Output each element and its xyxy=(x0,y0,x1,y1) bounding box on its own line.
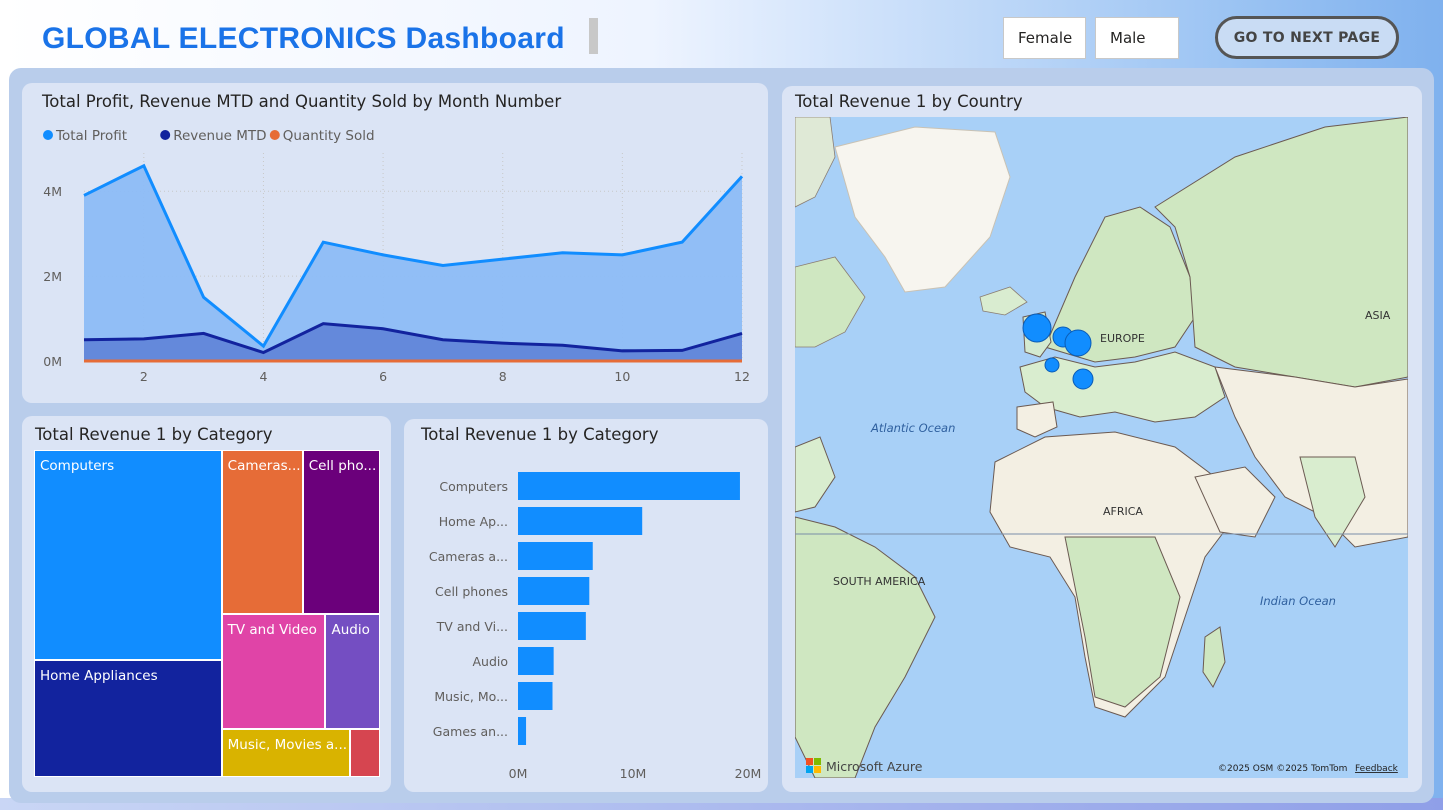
x-tick-label: 12 xyxy=(734,369,750,384)
bubble-france[interactable] xyxy=(1044,357,1060,373)
treemap-cell-3[interactable]: Cell pho... xyxy=(302,450,380,614)
treemap-card[interactable]: Total Revenue 1 by Category Computers Hom… xyxy=(22,416,391,792)
bar-chart-card[interactable]: Total Revenue 1 by Category Computers Hom… xyxy=(404,419,768,792)
treemap-cell-5[interactable]: Audio xyxy=(325,613,380,730)
x-tick-label: 0M xyxy=(509,766,528,781)
map-feedback-link[interactable]: Feedback xyxy=(1355,764,1399,774)
x-tick-label: 6 xyxy=(379,369,387,384)
y-tick-label: 0M xyxy=(43,354,62,369)
legend-marker-0 xyxy=(43,130,53,140)
area-total-profit xyxy=(84,165,742,361)
bar-category-label: Games an... xyxy=(433,724,508,739)
map-viewport[interactable]: EUROPE ASIA Atlantic Ocean AFRICA SOUTH … xyxy=(795,117,1408,778)
x-tick-label: 10 xyxy=(614,369,630,384)
x-tick-label: 4 xyxy=(259,369,267,384)
bar-5[interactable] xyxy=(518,647,554,675)
line-chart-card[interactable]: Total Profit, Revenue MTD and Quantity S… xyxy=(22,83,768,403)
bar-category-label: Home Ap... xyxy=(439,514,508,529)
treemap-cell-0[interactable]: Computers xyxy=(34,450,222,660)
bar-4[interactable] xyxy=(518,612,586,640)
legend-label-1[interactable]: Revenue MTD xyxy=(173,128,266,144)
treemap-title: Total Revenue 1 by Category xyxy=(35,425,273,444)
bar-6[interactable] xyxy=(518,682,553,710)
slicer-option-male[interactable]: Male xyxy=(1095,17,1179,59)
world-map[interactable]: EUROPE ASIA Atlantic Ocean AFRICA SOUTH … xyxy=(795,117,1408,778)
treemap[interactable]: Computers Home Appliances Cameras... Cell p… xyxy=(34,450,380,777)
page-title: GLOBAL ELECTRONICS Dashboard xyxy=(42,22,565,55)
line-chart[interactable]: Total Profit Revenue MTD Quantity Sold 0M 2M… xyxy=(22,83,768,403)
y-tick-label: 4M xyxy=(43,184,62,199)
treemap-cell-4[interactable]: TV and Video xyxy=(221,613,326,730)
bar-2[interactable] xyxy=(518,542,593,570)
bar-chart[interactable]: Computers Home Ap... Cameras a... Cell phon… xyxy=(404,419,768,792)
slicer-option-female[interactable]: Female xyxy=(1003,17,1086,59)
bar-category-label: Audio xyxy=(472,654,508,669)
bar-category-label: Music, Mo... xyxy=(434,689,508,704)
map-attribution: ©2025 OSM ©2025 TomTom xyxy=(1218,764,1347,774)
map-label-asia: ASIA xyxy=(1365,309,1391,322)
bar-category-label: TV and Vi... xyxy=(436,619,508,634)
y-tick-label: 2M xyxy=(43,269,62,284)
map-brand: Microsoft Azure xyxy=(826,759,923,774)
map-label-indian-ocean: Indian Ocean xyxy=(1260,594,1336,608)
bar-7[interactable] xyxy=(518,717,527,745)
bar-1[interactable] xyxy=(518,507,643,535)
bubble-germany[interactable] xyxy=(1064,329,1092,357)
header-divider xyxy=(589,18,598,54)
map-label-europe: EUROPE xyxy=(1100,332,1145,345)
map-label-africa: AFRICA xyxy=(1103,505,1143,518)
map-title: Total Revenue 1 by Country xyxy=(795,92,1023,111)
x-tick-label: 20M xyxy=(735,766,762,781)
bubble-united-kingdom[interactable] xyxy=(1022,313,1052,343)
treemap-cell-1[interactable]: Home Appliances xyxy=(34,659,222,777)
x-tick-label: 2 xyxy=(140,369,148,384)
map-card[interactable]: Total Revenue 1 by Country EUROPE ASIA A… xyxy=(782,86,1422,792)
treemap-cell-2[interactable]: Cameras... xyxy=(221,450,303,614)
legend-marker-2 xyxy=(269,130,280,140)
legend-label-0[interactable]: Total Profit xyxy=(55,128,127,144)
x-tick-label: 8 xyxy=(499,369,507,384)
legend-label-2[interactable]: Quantity Sold xyxy=(283,128,375,144)
bar-category-label: Cameras a... xyxy=(429,549,508,564)
legend-marker-1 xyxy=(160,130,171,140)
map-label-south-america: SOUTH AMERICA xyxy=(833,575,926,588)
bar-category-label: Cell phones xyxy=(435,584,508,599)
bubble-italy[interactable] xyxy=(1072,368,1094,390)
bar-0[interactable] xyxy=(518,472,740,500)
bar-3[interactable] xyxy=(518,577,590,605)
bar-category-label: Computers xyxy=(439,479,508,494)
x-tick-label: 10M xyxy=(620,766,647,781)
map-label-atlantic-ocean: Atlantic Ocean xyxy=(870,421,955,435)
treemap-cell-6[interactable]: Music, Movies a... xyxy=(221,729,351,777)
treemap-cell-7[interactable] xyxy=(350,729,380,777)
go-to-next-page-button[interactable]: GO TO NEXT PAGE xyxy=(1215,16,1399,59)
